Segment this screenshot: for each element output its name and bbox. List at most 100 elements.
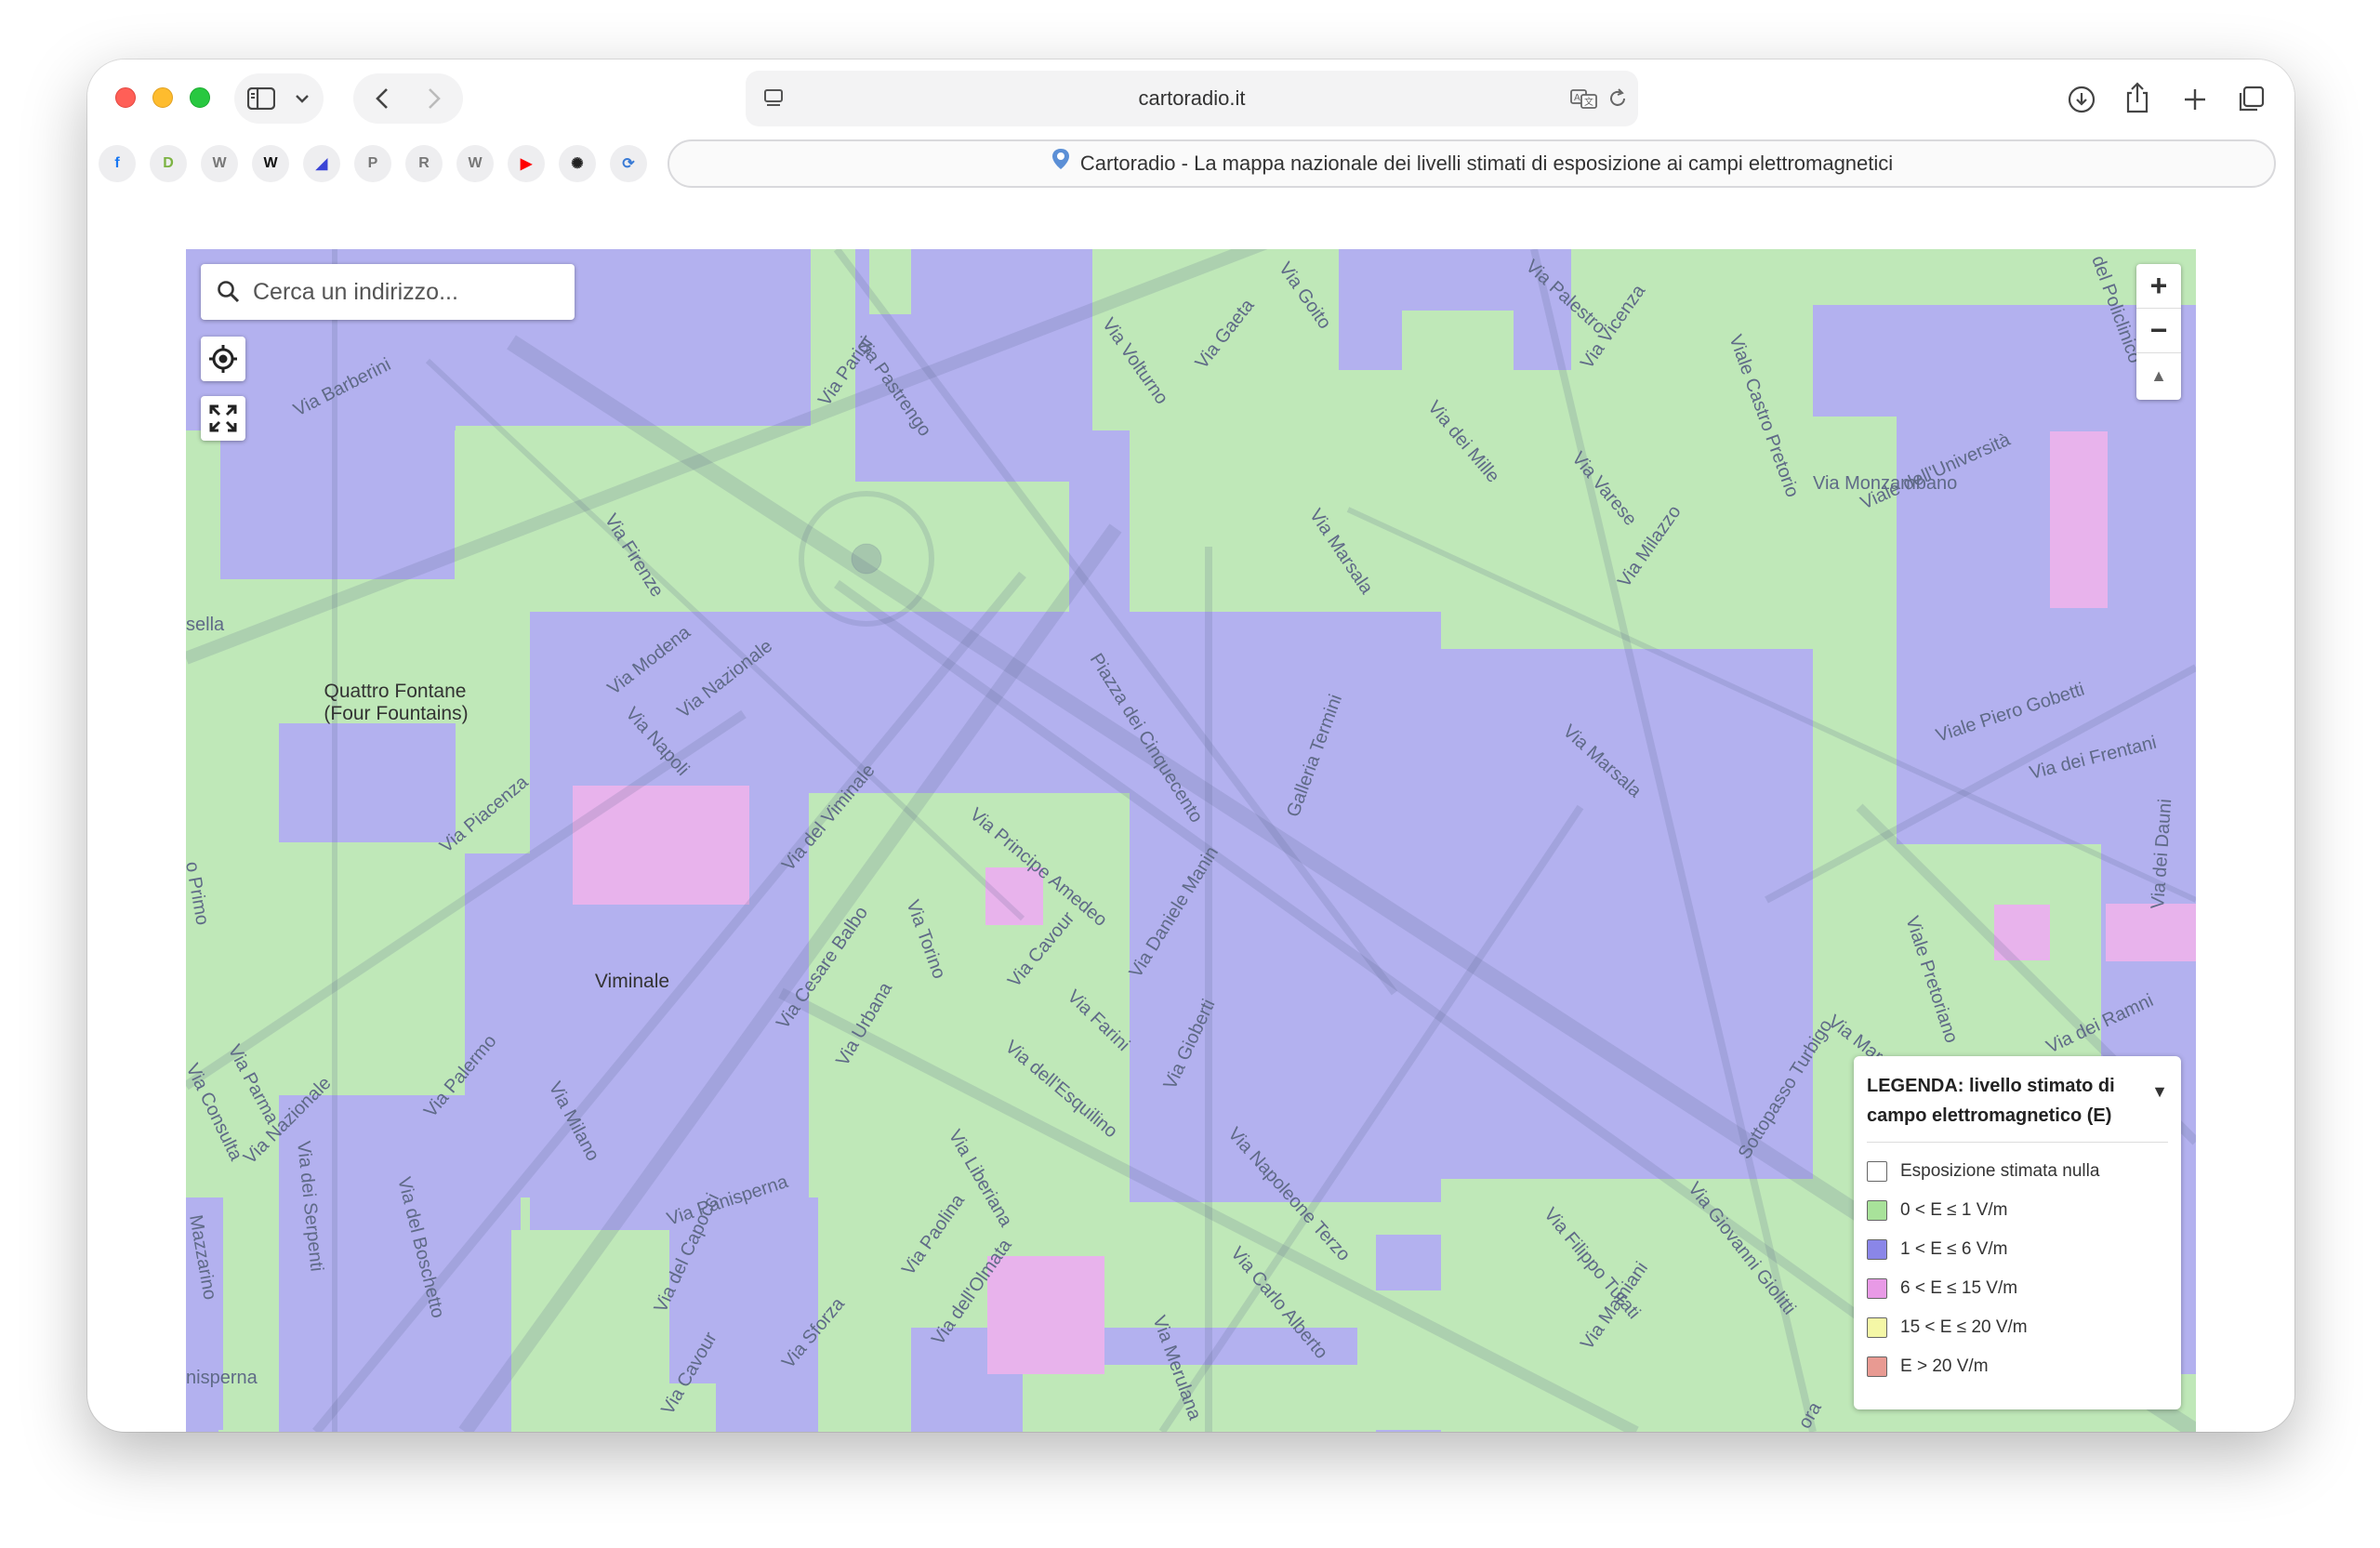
facebook-icon: f (114, 155, 120, 171)
zoom-out-button[interactable]: − (2136, 309, 2181, 353)
legend-item: 6 < E ≤ 15 V/m (1867, 1269, 2168, 1308)
emf-cell-green (595, 1383, 716, 1432)
bookmark-wikipedia[interactable]: W (252, 145, 289, 182)
browser-window: cartoradio.it A文 f D W W ◢ P R W ▶ ✺ ⟳ Cartor (87, 60, 2294, 1432)
legend-label: E > 20 V/m (1900, 1356, 1989, 1376)
bookmark-r-bookmark[interactable]: R (405, 145, 443, 182)
street-label: Via Goito (1275, 258, 1335, 333)
svg-text:文: 文 (1584, 96, 1593, 108)
search-icon (214, 277, 244, 307)
street-label: Via Volturno (1098, 314, 1172, 408)
legend-label: Esposizione stimata nulla (1900, 1161, 2100, 1181)
fountain-marker (851, 543, 882, 575)
fullscreen-button[interactable] (201, 396, 245, 441)
street-label: nisperna (186, 1368, 258, 1388)
street-label: Via dell'Esquilino (1001, 1037, 1121, 1142)
bookmark-youtube[interactable]: ▶ (508, 145, 545, 182)
map-container[interactable]: Via Barberini Via Pastrengo Via Parigi Via … (186, 249, 2196, 1432)
tab-overview-icon[interactable] (2231, 80, 2270, 119)
navigation-group (353, 73, 463, 124)
legend-swatch (1867, 1239, 1887, 1260)
legend-item: E > 20 V/m (1867, 1347, 2168, 1386)
place-label: Quattro Fontane (324, 681, 467, 702)
browser-toolbar: cartoradio.it A文 f D W W ◢ P R W ▶ ✺ ⟳ Cartor (87, 60, 2294, 195)
svg-text:A: A (1574, 93, 1580, 103)
legend-swatch (1867, 1200, 1887, 1221)
bookmark-openai[interactable]: ✺ (559, 145, 596, 182)
download-icon[interactable] (2062, 80, 2101, 119)
emf-cell-pink (2050, 431, 2108, 608)
search-input[interactable] (253, 264, 560, 320)
street-label: Via Paolina (898, 1190, 969, 1279)
legend-divider (1867, 1142, 2168, 1143)
legend-item: 15 < E ≤ 20 V/m (1867, 1308, 2168, 1347)
legend-item: 0 < E ≤ 1 V/m (1867, 1191, 2168, 1230)
street-label: Via Parma (224, 1041, 284, 1128)
street-label: o Primo (186, 860, 213, 927)
street-label: sella (186, 615, 225, 635)
back-icon[interactable] (364, 81, 400, 116)
legend-toggle-icon[interactable]: ▼ (2151, 1082, 2168, 1102)
reload-icon[interactable] (1601, 82, 1634, 115)
legend-label: 0 < E ≤ 1 V/m (1900, 1200, 2008, 1220)
legend-swatch (1867, 1161, 1887, 1182)
share-icon[interactable] (2118, 78, 2157, 117)
street-label: Via Gaeta (1192, 295, 1259, 373)
bookmark-p-bookmark[interactable]: P (354, 145, 391, 182)
place-label: Viminale (595, 971, 669, 992)
sidebar-toggle-group (234, 73, 324, 124)
fullscreen-window-button[interactable] (190, 87, 210, 108)
youtube-icon: ▶ (520, 156, 533, 172)
locate-icon (209, 345, 237, 373)
legend-list: Esposizione stimata nulla 0 < E ≤ 1 V/m 1 … (1867, 1152, 2168, 1386)
legend-item: 1 < E ≤ 6 V/m (1867, 1230, 2168, 1269)
legend-swatch (1867, 1278, 1887, 1299)
emf-cell-purple (279, 723, 456, 842)
minimize-window-button[interactable] (152, 87, 173, 108)
translate-icon[interactable]: A文 (1567, 82, 1601, 115)
emf-cell-pink (573, 786, 749, 905)
wikipedia-icon: W (263, 155, 278, 171)
compass-icon[interactable]: ▲ (2136, 353, 2181, 398)
emf-cell-purple (2157, 435, 2196, 649)
bookmark-d-bookmark[interactable]: D (150, 145, 187, 182)
emf-cell-pink (2106, 904, 2196, 961)
legend-label: 15 < E ≤ 20 V/m (1900, 1317, 2028, 1337)
bookmark-w-bookmark-2[interactable]: W (456, 145, 494, 182)
sidebar-icon[interactable] (244, 81, 279, 116)
address-search[interactable] (201, 264, 575, 320)
forward-icon[interactable] (416, 81, 452, 116)
app-bookmark-icon: ◢ (315, 156, 328, 172)
p-bookmark-icon: P (367, 155, 378, 171)
bookmark-facebook[interactable]: f (99, 145, 136, 182)
tab-favicon-icon (1051, 142, 1071, 187)
legend-swatch (1867, 1317, 1887, 1338)
active-tab[interactable]: Cartoradio - La mappa nazionale dei live… (668, 139, 2276, 188)
new-tab-icon[interactable] (2175, 80, 2215, 119)
legend-label: 6 < E ≤ 15 V/m (1900, 1278, 2018, 1298)
locate-button[interactable] (201, 337, 245, 381)
address-bar[interactable]: cartoradio.it A文 (746, 71, 1638, 126)
bookmark-sync[interactable]: ⟳ (610, 145, 647, 182)
emf-cell-pink (987, 1256, 1104, 1374)
url-text: cartoradio.it (1138, 86, 1246, 110)
legend-title: LEGENDA: livello stimato di campo elettr… (1867, 1076, 2115, 1126)
emf-cell-green (1357, 1290, 1543, 1430)
close-window-button[interactable] (115, 87, 136, 108)
chevron-down-icon[interactable] (288, 81, 316, 116)
zoom-in-button[interactable]: + (2136, 264, 2181, 309)
emf-cell-green (1402, 311, 1514, 376)
bookmark-app-bookmark[interactable]: ◢ (303, 145, 340, 182)
street-label: Via Torino (902, 897, 949, 981)
bookmark-w-bookmark[interactable]: W (201, 145, 238, 182)
zoom-control: + − ▲ (2136, 264, 2181, 400)
legend-item: Esposizione stimata nulla (1867, 1152, 2168, 1191)
d-bookmark-icon: D (163, 155, 174, 171)
place-label: (Four Fountains) (324, 703, 468, 724)
tab-title-text: Cartoradio - La mappa nazionale dei live… (1079, 152, 1894, 175)
street-label: Via dei Mille (1423, 397, 1503, 486)
openai-icon: ✺ (571, 156, 584, 172)
w-bookmark-2-icon: W (468, 155, 483, 171)
street-label: Via Farini (1064, 986, 1134, 1055)
street-label: Viale Pretoriano (1901, 914, 1962, 1046)
